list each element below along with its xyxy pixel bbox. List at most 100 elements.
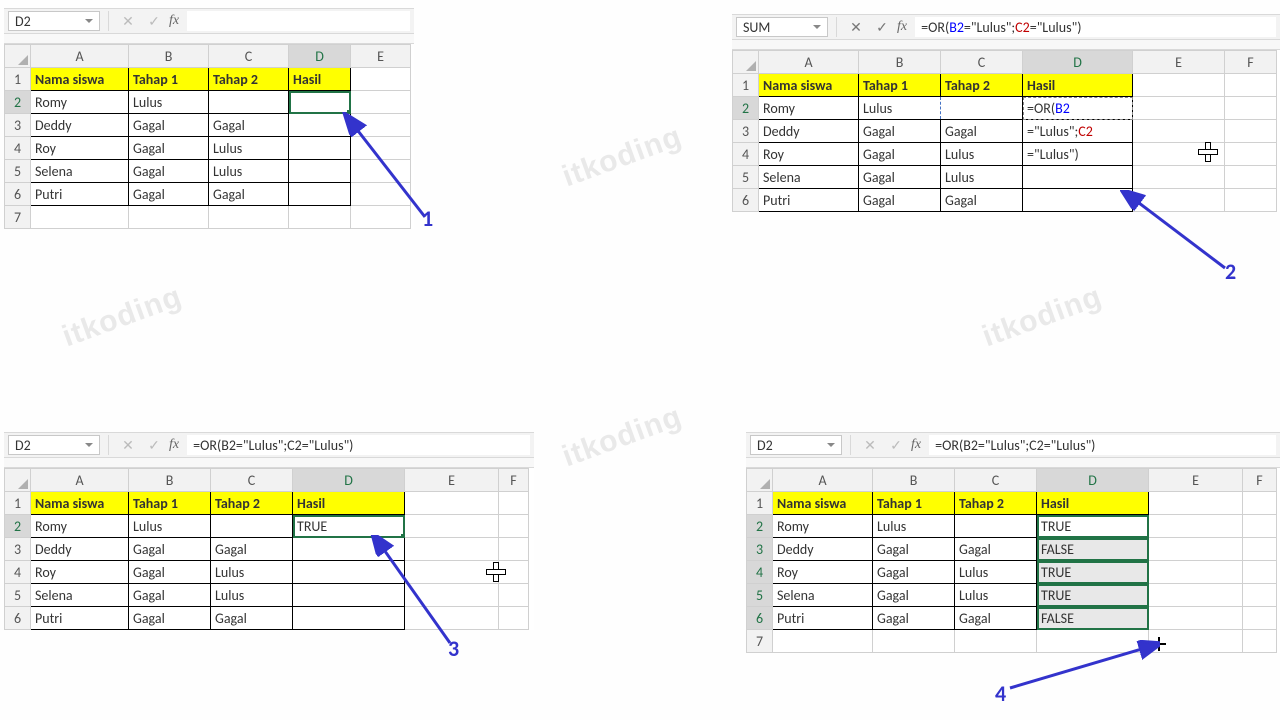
cell[interactable]: Lulus	[209, 160, 289, 183]
col-header[interactable]: D	[1023, 51, 1133, 74]
cell[interactable]	[1149, 538, 1243, 561]
cell[interactable]	[1149, 492, 1243, 515]
cell[interactable]	[129, 206, 209, 229]
spreadsheet-grid[interactable]: A B C D E 1 Nama siswa Tahap 1 Tahap 2 H…	[4, 44, 411, 229]
chevron-down-icon[interactable]	[813, 25, 821, 29]
cell[interactable]: Romy	[759, 97, 859, 120]
cell[interactable]: Gagal	[129, 561, 211, 584]
cell[interactable]	[1243, 607, 1277, 630]
cell[interactable]: Tahap 1	[129, 492, 211, 515]
cell[interactable]: Gagal	[129, 584, 211, 607]
cell[interactable]	[1133, 120, 1225, 143]
cell[interactable]	[405, 538, 499, 561]
cell[interactable]: Hasil	[1023, 74, 1133, 97]
cell[interactable]: Roy	[31, 561, 129, 584]
cell[interactable]	[955, 515, 1037, 538]
row-header[interactable]: 6	[733, 189, 759, 212]
cell[interactable]	[1133, 97, 1225, 120]
cell[interactable]	[1225, 120, 1277, 143]
col-header[interactable]: A	[31, 45, 129, 68]
row-header[interactable]: 6	[5, 183, 31, 206]
cell[interactable]	[1225, 166, 1277, 189]
col-header[interactable]: C	[209, 45, 289, 68]
cell[interactable]	[1243, 538, 1277, 561]
row-header[interactable]: 1	[747, 492, 773, 515]
col-header[interactable]: D	[289, 45, 351, 68]
col-header[interactable]: E	[351, 45, 411, 68]
col-header[interactable]: B	[859, 51, 941, 74]
spreadsheet-grid[interactable]: A B C D E F 1 Nama siswa Tahap 1 Tahap 2…	[732, 50, 1277, 212]
cell[interactable]: Deddy	[31, 114, 129, 137]
cell[interactable]: Gagal	[873, 538, 955, 561]
select-all-corner[interactable]	[5, 469, 31, 492]
row-header[interactable]: 1	[5, 68, 31, 91]
cell[interactable]: Lulus	[129, 515, 211, 538]
cell[interactable]	[405, 515, 499, 538]
cell[interactable]: Nama siswa	[31, 492, 129, 515]
col-header[interactable]: D	[1037, 469, 1149, 492]
cell-selected[interactable]	[289, 91, 351, 114]
row-header[interactable]: 2	[5, 91, 31, 114]
spreadsheet-grid[interactable]: A B C D E F 1 Nama siswa Tahap 1 Tahap 2…	[746, 468, 1277, 653]
row-header[interactable]: 4	[747, 561, 773, 584]
cell[interactable]: FALSE	[1037, 538, 1149, 561]
cell[interactable]: Gagal	[211, 538, 293, 561]
fx-icon[interactable]: fx	[169, 13, 183, 29]
row-header[interactable]: 4	[5, 561, 31, 584]
cell[interactable]	[293, 584, 405, 607]
cell[interactable]: TRUE	[1037, 515, 1149, 538]
cell[interactable]	[773, 630, 873, 653]
cell[interactable]	[1133, 166, 1225, 189]
col-header[interactable]: C	[211, 469, 293, 492]
cell[interactable]: Roy	[31, 137, 129, 160]
cell[interactable]	[351, 160, 411, 183]
cell[interactable]	[405, 492, 499, 515]
col-header[interactable]: B	[129, 469, 211, 492]
cell[interactable]: Nama siswa	[773, 492, 873, 515]
cell[interactable]	[289, 183, 351, 206]
cell[interactable]	[289, 206, 351, 229]
col-header[interactable]: F	[1225, 51, 1277, 74]
col-header[interactable]: A	[759, 51, 859, 74]
cell[interactable]: Gagal	[859, 143, 941, 166]
cell[interactable]: Gagal	[873, 561, 955, 584]
col-header[interactable]: A	[773, 469, 873, 492]
cell[interactable]: Lulus	[873, 515, 955, 538]
cell[interactable]: Gagal	[941, 189, 1023, 212]
cell[interactable]	[289, 114, 351, 137]
row-header[interactable]: 5	[5, 160, 31, 183]
cell[interactable]	[955, 630, 1037, 653]
cell[interactable]: Gagal	[873, 607, 955, 630]
cell-overflow[interactable]: ="Lulus")	[1023, 143, 1133, 166]
cell[interactable]: Roy	[773, 561, 873, 584]
cell[interactable]	[499, 515, 529, 538]
name-box[interactable]: D2	[750, 435, 842, 455]
cell[interactable]	[499, 492, 529, 515]
cell[interactable]	[293, 538, 405, 561]
col-header[interactable]: D	[293, 469, 405, 492]
row-header[interactable]: 3	[5, 114, 31, 137]
cell[interactable]	[1149, 607, 1243, 630]
col-header[interactable]: B	[129, 45, 209, 68]
cell[interactable]: Lulus	[941, 143, 1023, 166]
cell[interactable]	[211, 515, 293, 538]
spreadsheet-grid[interactable]: A B C D E F 1 Nama siswa Tahap 1 Tahap 2…	[4, 468, 529, 630]
cell[interactable]	[1023, 166, 1133, 189]
row-header[interactable]: 4	[733, 143, 759, 166]
row-header[interactable]: 7	[5, 206, 31, 229]
select-all-corner[interactable]	[747, 469, 773, 492]
row-header[interactable]: 1	[5, 492, 31, 515]
cell[interactable]: Gagal	[129, 160, 209, 183]
formula-input[interactable]: =OR(B2="Lulus";C2="Lulus")	[929, 435, 1276, 455]
cell[interactable]: Hasil	[293, 492, 405, 515]
cell[interactable]	[1243, 561, 1277, 584]
cell[interactable]: Romy	[31, 91, 129, 114]
cell[interactable]	[1023, 189, 1133, 212]
cell[interactable]: Tahap 2	[941, 74, 1023, 97]
cell[interactable]	[293, 561, 405, 584]
select-all-corner[interactable]	[733, 51, 759, 74]
cell[interactable]: Putri	[759, 189, 859, 212]
cell[interactable]	[1225, 143, 1277, 166]
cell[interactable]	[351, 68, 411, 91]
col-header[interactable]: E	[1133, 51, 1225, 74]
